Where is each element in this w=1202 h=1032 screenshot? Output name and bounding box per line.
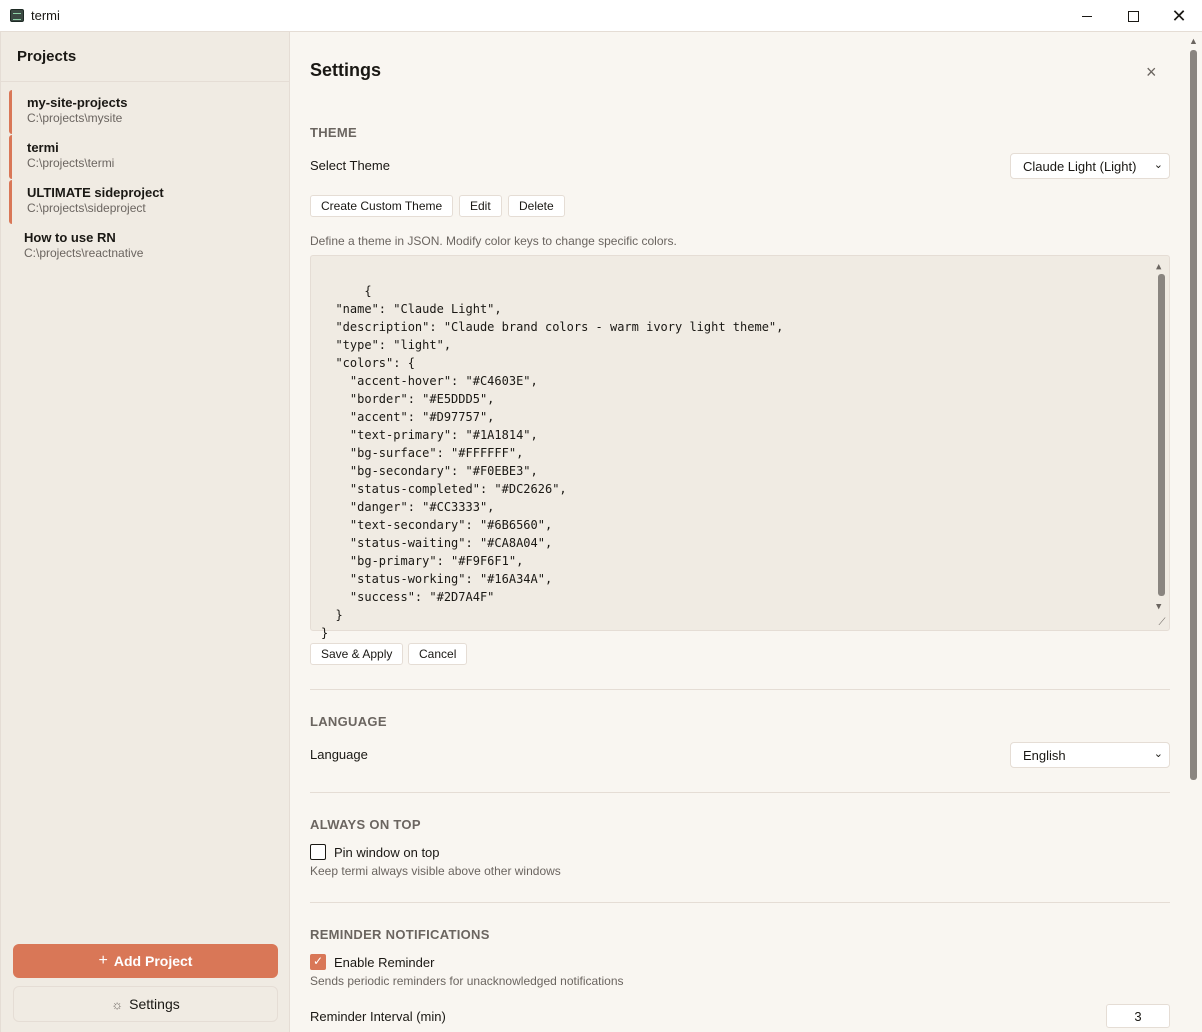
enable-reminder-label[interactable]: Enable Reminder xyxy=(334,955,434,970)
project-name: How to use RN xyxy=(24,230,116,245)
chevron-down-icon: ⌄ xyxy=(1153,748,1163,760)
divider xyxy=(310,689,1170,690)
project-item-my-site-projects[interactable]: my-site-projects C:\projects\mysite xyxy=(9,90,289,134)
project-item-termi[interactable]: termi C:\projects\termi xyxy=(9,135,289,179)
reminder-hint: Sends periodic reminders for unacknowled… xyxy=(310,974,624,988)
window-close-icon[interactable]: ✕ xyxy=(1156,0,1202,32)
divider xyxy=(310,902,1170,903)
chevron-down-icon: ⌄ xyxy=(1153,159,1163,171)
project-path: C:\projects\termi xyxy=(27,156,115,170)
plus-icon: + xyxy=(98,952,108,969)
scroll-thumb[interactable] xyxy=(1158,274,1165,596)
section-title-theme: THEME xyxy=(310,125,357,140)
scroll-up-icon[interactable]: ▲ xyxy=(1189,36,1198,46)
theme-json-text: { "name": "Claude Light", "description":… xyxy=(321,284,784,640)
project-item-ultimate-sideproject[interactable]: ULTIMATE sideproject C:\projects\sidepro… xyxy=(9,180,289,224)
gear-icon: ☼ xyxy=(111,996,124,1012)
sidebar-footer: + Add Project ☼ Settings xyxy=(13,944,278,1022)
reminder-interval-input[interactable]: 3 xyxy=(1106,1004,1170,1028)
divider xyxy=(310,792,1170,793)
pin-window-hint: Keep termi always visible above other wi… xyxy=(310,864,561,878)
section-title-always-on-top: ALWAYS ON TOP xyxy=(310,817,421,832)
scroll-thumb[interactable] xyxy=(1190,50,1197,780)
pin-window-label[interactable]: Pin window on top xyxy=(334,845,440,860)
settings-button[interactable]: ☼ Settings xyxy=(13,986,278,1022)
pin-window-checkbox[interactable] xyxy=(310,844,326,860)
terminal-app-icon xyxy=(10,9,24,22)
project-name: ULTIMATE sideproject xyxy=(27,185,164,200)
sidebar-header: Projects xyxy=(1,32,289,82)
language-select[interactable]: English ⌄ xyxy=(1010,742,1170,768)
add-project-button[interactable]: + Add Project xyxy=(13,944,278,978)
settings-button-label: Settings xyxy=(129,996,180,1012)
theme-select-value: Claude Light (Light) xyxy=(1023,159,1137,174)
save-apply-button[interactable]: Save & Apply xyxy=(310,643,404,665)
window-controls: ✕ xyxy=(1064,0,1202,32)
reminder-interval-label: Reminder Interval (min) xyxy=(310,1009,446,1024)
edit-theme-button[interactable]: Edit xyxy=(459,195,502,217)
resize-handle-icon[interactable]: ⟋ xyxy=(1156,617,1168,629)
project-path: C:\projects\mysite xyxy=(27,111,123,125)
sidebar: Projects my-site-projects C:\projects\my… xyxy=(0,32,290,1032)
project-path: C:\projects\reactnative xyxy=(24,246,144,260)
scroll-down-icon[interactable]: ▼ xyxy=(1156,598,1161,616)
section-title-language: LANGUAGE xyxy=(310,714,387,729)
project-name: my-site-projects xyxy=(27,95,128,110)
language-select-value: English xyxy=(1023,748,1066,763)
project-item-how-to-use-rn[interactable]: How to use RN C:\projects\reactnative xyxy=(9,225,289,269)
enable-reminder-checkbox[interactable]: ✓ xyxy=(310,954,326,970)
project-name: termi xyxy=(27,140,59,155)
settings-panel: Settings × THEME Select Theme Claude Lig… xyxy=(290,32,1186,1032)
window-title: termi xyxy=(31,8,60,23)
delete-theme-button[interactable]: Delete xyxy=(508,195,565,217)
main-scrollbar[interactable]: ▲ xyxy=(1186,32,1201,1032)
add-project-label: Add Project xyxy=(113,953,193,969)
theme-select[interactable]: Claude Light (Light) ⌄ xyxy=(1010,153,1170,179)
section-title-reminder: REMINDER NOTIFICATIONS xyxy=(310,927,490,942)
minimize-icon[interactable] xyxy=(1064,0,1110,32)
json-scrollbar[interactable]: ▲ ▼ xyxy=(1155,258,1167,628)
create-custom-theme-button[interactable]: Create Custom Theme xyxy=(310,195,454,217)
page-title: Settings xyxy=(310,60,382,80)
theme-json-hint: Define a theme in JSON. Modify color key… xyxy=(310,234,677,248)
maximize-icon[interactable] xyxy=(1110,0,1156,32)
cancel-button[interactable]: Cancel xyxy=(408,643,468,665)
close-icon[interactable]: × xyxy=(1146,62,1157,83)
project-list: my-site-projects C:\projects\mysite term… xyxy=(1,82,289,269)
project-path: C:\projects\sideproject xyxy=(27,201,146,215)
theme-json-editor[interactable]: { "name": "Claude Light", "description":… xyxy=(310,255,1170,640)
title-bar: termi ✕ xyxy=(0,0,1202,32)
language-label: Language xyxy=(310,747,368,762)
select-theme-label: Select Theme xyxy=(310,158,390,173)
